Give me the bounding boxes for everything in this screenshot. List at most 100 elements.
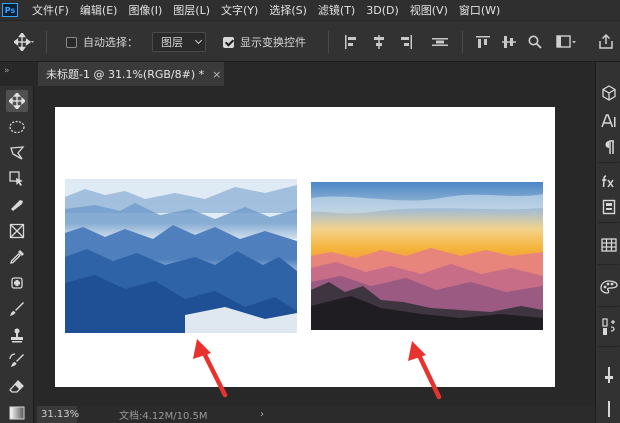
menu-filter[interactable]: 滤镜(T) bbox=[318, 2, 355, 18]
layers-icon bbox=[602, 318, 615, 335]
chevron-down-icon bbox=[194, 36, 203, 45]
auto-select-target-dropdown[interactable]: 图层 bbox=[152, 32, 206, 52]
show-transform-checkbox[interactable] bbox=[223, 36, 234, 48]
document-tab[interactable]: 未标题-1 @ 31.1%(RGB/8#) * × bbox=[38, 62, 224, 86]
move-tool[interactable] bbox=[6, 90, 28, 112]
eyedropper-tool-icon bbox=[10, 250, 24, 264]
collapse-toolbar-button[interactable]: » bbox=[4, 66, 10, 76]
swatches-icon bbox=[601, 238, 617, 252]
menu-3d[interactable]: 3D(D) bbox=[366, 4, 399, 17]
search-button[interactable] bbox=[528, 21, 542, 63]
swatches-panel-button[interactable] bbox=[600, 236, 618, 254]
healing-tool[interactable] bbox=[6, 272, 28, 294]
options-separator bbox=[462, 31, 463, 53]
right-panel-dock bbox=[595, 62, 620, 423]
info-panel-button[interactable] bbox=[600, 400, 618, 418]
document-tab-title: 未标题-1 @ 31.1%(RGB/8#) * bbox=[46, 68, 205, 81]
search-icon bbox=[528, 35, 542, 49]
distribute-button[interactable] bbox=[432, 21, 448, 63]
character-icon bbox=[601, 114, 616, 128]
align-left-icon bbox=[345, 35, 356, 49]
align-top-icon bbox=[476, 36, 490, 48]
properties-panel-button[interactable] bbox=[600, 198, 618, 216]
align-vcenter-icon bbox=[502, 36, 516, 48]
marquee-tool[interactable] bbox=[6, 116, 28, 138]
align-hcenter-icon bbox=[374, 35, 384, 49]
menu-select[interactable]: 选择(S) bbox=[269, 2, 307, 18]
align-left-button[interactable] bbox=[344, 21, 358, 63]
document-canvas[interactable] bbox=[55, 107, 555, 400]
auto-select-label: 自动选择： bbox=[83, 36, 138, 49]
share-button[interactable] bbox=[598, 21, 614, 63]
align-vcenter-button[interactable] bbox=[502, 21, 516, 63]
align-right-button[interactable] bbox=[399, 21, 413, 63]
crop-tool[interactable] bbox=[6, 194, 28, 216]
menu-image[interactable]: 图像(I) bbox=[128, 2, 162, 18]
fx-icon bbox=[602, 175, 614, 188]
info-icon bbox=[608, 401, 610, 417]
properties-icon bbox=[602, 199, 616, 215]
align-hcenter-button[interactable] bbox=[372, 21, 386, 63]
sunset-mountains-image bbox=[311, 182, 543, 330]
move-icon bbox=[14, 33, 34, 51]
red-arrow-right bbox=[408, 341, 442, 400]
options-bar: 自动选择： 图层 显示变换控件 bbox=[0, 20, 620, 62]
auto-select-checkbox[interactable] bbox=[66, 36, 77, 48]
menu-file[interactable]: 文件(F) bbox=[32, 2, 69, 18]
eraser-tool-icon bbox=[9, 380, 24, 393]
brush-tool[interactable] bbox=[6, 298, 28, 320]
eraser-tool[interactable] bbox=[6, 376, 28, 398]
fx-panel-button[interactable] bbox=[600, 172, 618, 190]
character-panel-button[interactable] bbox=[600, 112, 618, 130]
eyedropper-tool[interactable] bbox=[6, 246, 28, 268]
zoom-level-field[interactable]: 31.13% bbox=[37, 406, 79, 423]
red-arrow-left bbox=[193, 339, 228, 398]
photoshop-logo[interactable]: Ps bbox=[2, 3, 18, 17]
healing-tool-icon bbox=[11, 277, 23, 289]
styles-panel-button[interactable] bbox=[600, 278, 618, 296]
options-separator bbox=[328, 31, 329, 53]
frame-tool-icon bbox=[9, 223, 25, 239]
dropdown-value: 图层 bbox=[161, 36, 183, 49]
show-transform-option[interactable]: 显示变换控件 bbox=[223, 21, 306, 63]
distribute-icon bbox=[432, 38, 448, 46]
stamp-tool-icon bbox=[11, 328, 23, 343]
marquee-tool-icon bbox=[9, 120, 25, 134]
3d-panel-button[interactable] bbox=[600, 84, 618, 102]
paragraph-panel-button[interactable] bbox=[600, 138, 618, 156]
move-tool-preset[interactable] bbox=[14, 21, 36, 63]
close-icon[interactable]: × bbox=[212, 68, 221, 81]
brush-tool-icon bbox=[10, 302, 24, 316]
adjust-panel-button[interactable] bbox=[600, 366, 618, 384]
stamp-tool[interactable] bbox=[6, 324, 28, 346]
align-right-icon bbox=[401, 35, 412, 49]
object-select-tool[interactable] bbox=[6, 168, 28, 190]
menu-window[interactable]: 窗口(W) bbox=[459, 2, 500, 18]
menu-edit[interactable]: 编辑(E) bbox=[80, 2, 118, 18]
photo-sunset-mountains[interactable] bbox=[311, 182, 543, 330]
menu-type[interactable]: 文字(Y) bbox=[221, 2, 258, 18]
show-transform-label: 显示变换控件 bbox=[240, 36, 306, 49]
document-size-info: 文档:4.12M/10.5M bbox=[119, 411, 208, 422]
menu-view[interactable]: 视图(V) bbox=[410, 2, 448, 18]
gradient-tool-icon bbox=[9, 406, 25, 420]
styles-icon bbox=[600, 280, 618, 294]
status-bar: 31.13% 文档:4.12M/10.5M › bbox=[35, 406, 595, 423]
lasso-tool[interactable] bbox=[6, 142, 28, 164]
document-tab-row: » 未标题-1 @ 31.1%(RGB/8#) * × bbox=[0, 62, 595, 86]
menu-bar: Ps 文件(F) 编辑(E) 图像(I) 图层(L) 文字(Y) 选择(S) 滤… bbox=[0, 0, 620, 20]
share-icon bbox=[599, 34, 613, 49]
photo-blue-mountains[interactable] bbox=[65, 179, 297, 333]
move-tool-icon bbox=[9, 93, 25, 109]
history-brush-tool[interactable] bbox=[6, 350, 28, 372]
frame-tool[interactable] bbox=[6, 220, 28, 242]
menu-layer[interactable]: 图层(L) bbox=[173, 2, 210, 18]
workspace-button[interactable] bbox=[556, 21, 578, 63]
align-top-button[interactable] bbox=[476, 21, 490, 63]
layers-panel-button[interactable] bbox=[600, 318, 618, 336]
options-separator bbox=[46, 31, 47, 53]
canvas-area[interactable] bbox=[35, 86, 595, 406]
status-menu-arrow[interactable]: › bbox=[260, 409, 264, 420]
gradient-tool[interactable] bbox=[6, 402, 28, 423]
auto-select-option[interactable]: 自动选择： bbox=[66, 21, 138, 63]
